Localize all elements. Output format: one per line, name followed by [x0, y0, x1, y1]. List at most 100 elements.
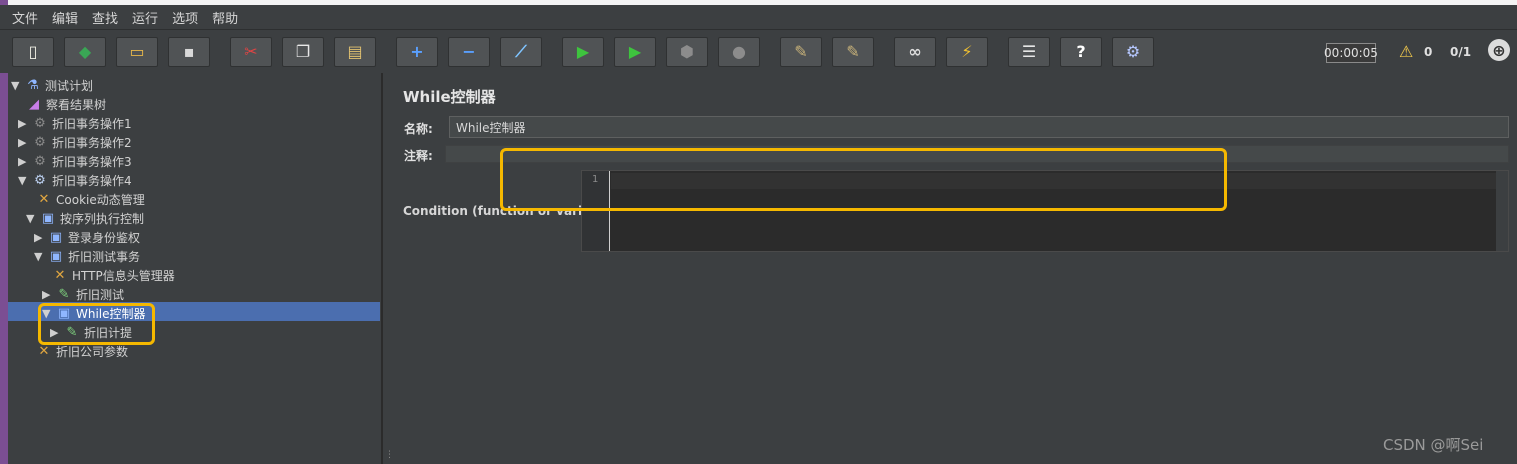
tree-node[interactable]: ▼ ⚗ 测试计划	[11, 76, 93, 95]
tree-node-label: HTTP信息头管理器	[72, 269, 175, 283]
stop-icon: ⬢	[680, 42, 694, 61]
tree-node[interactable]: ▼ ⚙ 折旧事务操作4	[18, 171, 132, 190]
tree-node-label: Cookie动态管理	[56, 193, 145, 207]
name-field[interactable]: While控制器	[449, 116, 1509, 138]
expanded-arrow-icon[interactable]: ▼	[42, 307, 52, 320]
thread-group-icon: ⚙	[34, 154, 46, 169]
editor-scrollbar[interactable]	[1496, 171, 1508, 251]
clear-button[interactable]: ✎	[780, 37, 822, 67]
collapsed-arrow-icon[interactable]: ▶	[18, 117, 28, 130]
tree-node[interactable]: ▶ ✎ 折旧测试	[42, 285, 124, 304]
comment-field[interactable]	[445, 145, 1509, 163]
collapse-button[interactable]: −	[448, 37, 490, 67]
paste-button[interactable]: ▤	[334, 37, 376, 67]
stop-button[interactable]: ⬢	[666, 37, 708, 67]
expand-button[interactable]: +	[396, 37, 438, 67]
menu-file[interactable]: 文件	[12, 8, 38, 27]
status-globe-icon[interactable]: ⊕	[1488, 39, 1510, 61]
menu-run[interactable]: 运行	[132, 8, 158, 27]
tree-node-label: 察看结果树	[46, 98, 107, 112]
new-button[interactable]: ▯	[12, 37, 54, 67]
sampler-icon: ✎	[66, 325, 78, 340]
clear-all-button[interactable]: ✎	[832, 37, 874, 67]
name-label: 名称:	[404, 122, 433, 136]
tree-node[interactable]: ▶ ✎ 折旧计提	[50, 323, 132, 342]
remote-icon: ⚙	[1125, 42, 1141, 61]
tree-node[interactable]: ▶ ⚙ 折旧事务操作1	[18, 114, 132, 133]
menu-edit[interactable]: 编辑	[52, 8, 78, 27]
config-icon: ✕	[38, 192, 50, 207]
panel-splitter[interactable]: ⋮	[382, 73, 394, 464]
collapsed-arrow-icon[interactable]: ▶	[42, 288, 52, 301]
menu-bar: 文件 编辑 查找 运行 选项 帮助	[0, 5, 1517, 29]
new-icon: ▯	[28, 42, 38, 61]
expanded-arrow-icon[interactable]: ▼	[26, 212, 36, 225]
save-icon: ▪	[183, 42, 195, 61]
remote-button[interactable]: ⚙	[1112, 37, 1154, 67]
menu-search[interactable]: 查找	[92, 8, 118, 27]
help-button[interactable]: ?	[1060, 37, 1102, 67]
config-icon: ✕	[38, 344, 50, 359]
tree-node-label: 折旧事务操作2	[52, 136, 132, 150]
tree-node-label: 折旧公司参数	[56, 345, 129, 359]
menu-options[interactable]: 选项	[172, 8, 198, 27]
panel-title: While控制器	[403, 88, 496, 106]
warning-icon[interactable]: ⚠	[1399, 42, 1413, 61]
collapsed-arrow-icon[interactable]: ▶	[50, 326, 60, 339]
tree-node[interactable]: ▼ ▣ While控制器	[42, 304, 146, 323]
tree-node-label: 折旧事务操作3	[52, 155, 132, 169]
tree-node[interactable]: ✕ HTTP信息头管理器	[52, 266, 175, 285]
copy-button[interactable]: ❐	[282, 37, 324, 67]
menu-help[interactable]: 帮助	[212, 8, 238, 27]
tree-node[interactable]: ✕ Cookie动态管理	[36, 190, 145, 209]
tree-node[interactable]: ◢ 察看结果树	[26, 95, 106, 114]
expanded-arrow-icon[interactable]: ▼	[34, 250, 44, 263]
reset-search-button[interactable]: ⚡	[946, 37, 988, 67]
shutdown-button[interactable]: ●	[718, 37, 760, 67]
line-number-gutter: 1	[582, 171, 610, 251]
watermark: CSDN @啊Sei	[1383, 436, 1484, 454]
controller-icon: ▣	[57, 306, 71, 321]
toggle-icon: ⟋	[515, 42, 527, 61]
tree-node-label: 折旧事务操作4	[52, 174, 132, 188]
collapsed-arrow-icon[interactable]: ▶	[34, 231, 44, 244]
listener-icon: ◢	[29, 97, 39, 112]
test-plan-tree: ▼ ⚗ 测试计划 ◢ 察看结果树 ▶ ⚙ 折旧事务操作1 ▶ ⚙ 折旧事务操作2 ▶ ⚙ 折旧事务操作3 ▼…	[8, 73, 382, 464]
collapsed-arrow-icon[interactable]: ▶	[18, 155, 28, 168]
shutdown-icon: ●	[732, 42, 746, 61]
templates-button[interactable]: ◆	[64, 37, 106, 67]
condition-editor[interactable]: 1	[581, 170, 1509, 252]
flask-icon: ⚗	[27, 78, 39, 93]
tree-node[interactable]: ▼ ▣ 折旧测试事务	[34, 247, 140, 266]
collapsed-arrow-icon[interactable]: ▶	[18, 136, 28, 149]
tree-node[interactable]: ✕ 折旧公司参数	[36, 342, 128, 361]
toggle-button[interactable]: ⟋	[500, 37, 542, 67]
tree-node-label: 折旧计提	[84, 326, 133, 340]
expanded-arrow-icon[interactable]: ▼	[18, 174, 28, 187]
comment-label: 注释:	[404, 149, 433, 163]
open-icon: ▭	[129, 42, 145, 61]
expanded-arrow-icon[interactable]: ▼	[11, 79, 21, 92]
thread-ratio: 0/1	[1450, 45, 1472, 59]
tree-node[interactable]: ▶ ⚙ 折旧事务操作2	[18, 133, 132, 152]
search-button[interactable]: ∞	[894, 37, 936, 67]
tree-node[interactable]: ▶ ⚙ 折旧事务操作3	[18, 152, 132, 171]
sampler-icon: ✎	[58, 287, 70, 302]
toolbar: ▯ ◆ ▭ ▪ ✂ ❐ ▤ + − ⟋ ▶ ▶ ⬢ ● ✎ ✎ ∞ ⚡ ☰? ⚙ 00:00:05 ⚠ 0 0/1 ⊕	[0, 29, 1517, 73]
clear-icon: ✎	[794, 42, 808, 61]
start-no-pauses-button[interactable]: ▶	[614, 37, 656, 67]
function-helper-button[interactable]: ☰	[1008, 37, 1050, 67]
cut-icon: ✂	[244, 42, 258, 61]
cut-button[interactable]: ✂	[230, 37, 272, 67]
start-no-pauses-icon: ▶	[628, 42, 642, 61]
tree-node[interactable]: ▼ ▣ 按序列执行控制	[26, 209, 144, 228]
templates-icon: ◆	[78, 42, 92, 61]
warning-count: 0	[1424, 45, 1433, 59]
save-button[interactable]: ▪	[168, 37, 210, 67]
thread-group-icon: ⚙	[34, 116, 46, 131]
tree-node[interactable]: ▶ ▣ 登录身份鉴权	[34, 228, 140, 247]
start-icon: ▶	[576, 42, 590, 61]
start-button[interactable]: ▶	[562, 37, 604, 67]
open-button[interactable]: ▭	[116, 37, 158, 67]
tree-node-label: 折旧测试	[76, 288, 125, 302]
